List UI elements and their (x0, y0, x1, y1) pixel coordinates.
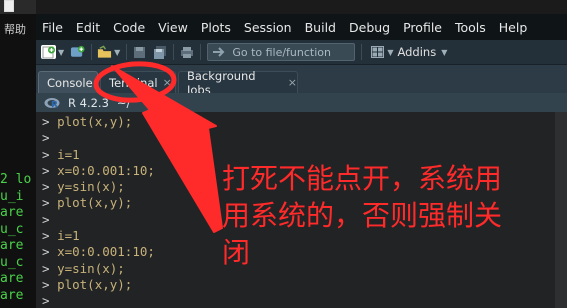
chevron-down-icon[interactable]: ▼ (441, 48, 447, 57)
console-code: y=sin(x); (57, 260, 125, 276)
console-prompt: > (42, 146, 58, 162)
terminal-line: are (0, 271, 24, 286)
console-line: > (42, 130, 155, 146)
background-terminal-window: 帮助 2 lo u_i are u_c are u_c are are (0, 0, 36, 308)
console-code: plot(x,y); (57, 114, 133, 129)
chevron-down-icon[interactable]: ▼ (387, 48, 393, 57)
menu-plots[interactable]: Plots (195, 20, 238, 35)
console-path-bar: R R 4.2.3 ~/ (36, 93, 567, 112)
terminal-line: 2 lo (0, 172, 32, 187)
terminal-output: 2 lo u_i are u_c are u_c are are (0, 172, 31, 304)
new-file-icon[interactable] (41, 45, 56, 59)
annotation-line: 闭 (222, 236, 251, 269)
menu-tools[interactable]: Tools (449, 20, 493, 35)
close-icon[interactable]: × (288, 76, 297, 89)
console-line: > (42, 212, 155, 228)
console-line: > (42, 293, 155, 308)
new-project-icon[interactable] (70, 45, 85, 59)
menu-help[interactable]: Help (493, 20, 535, 35)
console-prompt: > (42, 260, 58, 276)
terminal-line: u_i (0, 188, 24, 204)
console-code: x=0:0.001:10; (57, 162, 155, 178)
menu-bar: File Edit Code View Plots Session Build … (36, 14, 567, 40)
addins-menu[interactable]: Addins (397, 45, 436, 59)
tab-terminal-label: Terminal (109, 75, 158, 90)
menu-view[interactable]: View (152, 20, 195, 35)
annotation-line: 打死不能点开，系统用 (222, 162, 503, 195)
terminal-help-tab[interactable]: 帮助 (4, 21, 26, 37)
toolbar-divider (91, 44, 93, 60)
terminal-line: u_c (0, 221, 24, 237)
svg-text:R: R (51, 100, 58, 109)
terminal-line: u_c (0, 254, 24, 270)
console-line: > plot(x,y); (42, 114, 155, 130)
save-all-icon[interactable] (152, 45, 167, 59)
terminal-line: are (0, 287, 24, 303)
annotation-text: 打死不能点开，系统用 用系统的，否则强制关 闭 (222, 160, 562, 271)
console-prompt: > (42, 293, 58, 308)
toolbar-divider (126, 44, 128, 60)
r-logo-icon: R (44, 97, 60, 110)
menu-session[interactable]: Session (238, 20, 299, 35)
console-prompt: > (42, 244, 58, 260)
chevron-down-icon[interactable]: ▼ (114, 48, 120, 57)
print-icon[interactable] (179, 45, 194, 59)
r-version-label: R 4.2.3 (68, 95, 109, 110)
console-prompt: > (42, 228, 58, 244)
console-prompt: > (42, 114, 58, 129)
menu-profile[interactable]: Profile (397, 20, 449, 35)
working-directory[interactable]: ~/ (117, 96, 131, 110)
menu-edit[interactable]: Edit (70, 20, 107, 35)
tab-console[interactable]: Console (38, 71, 98, 93)
console-line: > i=1 (42, 147, 155, 163)
console-pane-tabs: Console Terminal × Background Jobs × (36, 65, 567, 97)
go-to-file-placeholder: Go to file/function (232, 45, 331, 59)
tab-terminal[interactable]: Terminal × (100, 71, 176, 93)
console-prompt: > (42, 195, 58, 211)
console-code: plot(x,y); (57, 276, 133, 292)
go-to-arrow-icon (212, 46, 226, 58)
tab-console-label: Console (47, 75, 93, 90)
menu-build[interactable]: Build (299, 20, 343, 35)
console-line: > plot(x,y); (42, 277, 155, 293)
console-code: x=0:0.001:10; (57, 244, 155, 260)
console-line: > plot(x,y); (42, 195, 155, 211)
go-to-file-input[interactable]: Go to file/function (207, 43, 356, 61)
console-prompt: > (42, 130, 58, 146)
console-code: plot(x,y); (57, 195, 133, 211)
main-toolbar: ▼ ▼ Go to file/function ▼ Addins ▼ (36, 40, 567, 65)
toolbar-divider (200, 44, 202, 60)
console-line: > y=sin(x); (42, 179, 155, 195)
tab-background-jobs[interactable]: Background Jobs × (178, 69, 298, 97)
menu-file[interactable]: File (36, 20, 70, 35)
terminal-line: are (0, 205, 24, 220)
pane-layout-icon[interactable] (370, 45, 385, 59)
console-line: > x=0:0.001:10; (42, 244, 155, 260)
console-prompt: > (42, 276, 58, 292)
toolbar-divider (361, 44, 363, 60)
console-line: > x=0:0.001:10; (42, 163, 155, 179)
console-lines: > plot(x,y); > > i=1 > x=0:0.001:10; > y=si… (42, 114, 155, 308)
console-prompt: > (42, 179, 58, 195)
console-line: > y=sin(x); (42, 261, 155, 277)
close-icon[interactable]: × (163, 76, 172, 89)
menu-debug[interactable]: Debug (343, 20, 397, 35)
console-code: i=1 (57, 228, 80, 244)
toolbar-divider (173, 44, 175, 60)
console-prompt: > (42, 211, 58, 227)
chevron-down-icon[interactable]: ▼ (58, 48, 64, 57)
console-code: y=sin(x); (57, 179, 125, 195)
console-code: i=1 (57, 146, 80, 162)
save-icon[interactable] (132, 45, 147, 59)
terminal-line: are (0, 238, 24, 253)
console-line: > i=1 (42, 228, 155, 244)
open-file-icon[interactable] (97, 45, 112, 59)
annotation-line: 用系统的，否则强制关 (222, 199, 503, 232)
menu-code[interactable]: Code (107, 20, 152, 35)
window-icon (4, 0, 14, 12)
console-prompt: > (42, 162, 58, 178)
